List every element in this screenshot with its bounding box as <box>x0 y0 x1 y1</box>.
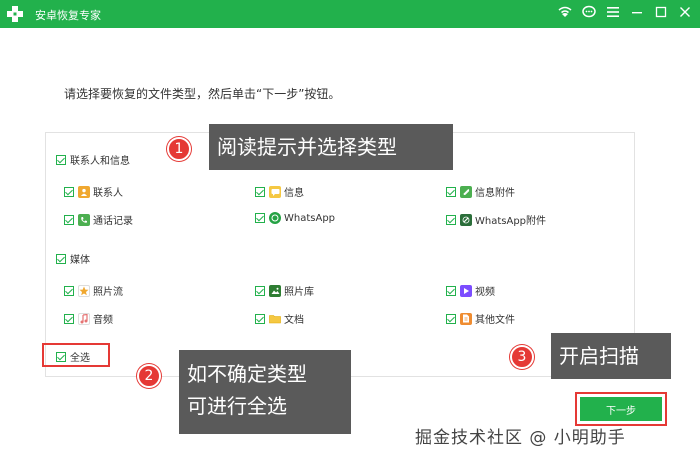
star-icon <box>78 284 90 297</box>
checkbox[interactable] <box>255 285 265 296</box>
window-controls <box>558 5 692 19</box>
checkbox[interactable] <box>64 285 74 296</box>
item-label: 音频 <box>93 315 113 326</box>
maximize-icon[interactable] <box>654 5 668 19</box>
checkbox[interactable] <box>64 313 74 324</box>
checkbox[interactable] <box>56 351 66 362</box>
checkbox[interactable] <box>446 214 456 225</box>
title-bar: 安卓恢复专家 <box>0 0 700 28</box>
group-label: 媒体 <box>70 255 90 266</box>
item-label: 视频 <box>475 287 495 298</box>
gallery-icon <box>269 284 281 297</box>
phone-icon <box>78 213 90 226</box>
callout-1-text: 阅读提示并选择类型 <box>217 135 397 159</box>
item-photo-library[interactable]: 照片库 <box>255 283 314 298</box>
checkbox[interactable] <box>255 186 265 197</box>
group-contacts-messages[interactable]: 联系人和信息 <box>56 152 130 167</box>
music-icon <box>78 312 90 325</box>
item-contacts[interactable]: 联系人 <box>64 184 123 199</box>
menu-icon[interactable] <box>606 5 620 19</box>
wifi-icon[interactable] <box>558 5 572 19</box>
contacts-icon <box>78 185 90 198</box>
item-message-attachments[interactable]: 信息附件 <box>446 184 515 199</box>
item-audio[interactable]: 音频 <box>64 311 113 326</box>
item-other-files[interactable]: 其他文件 <box>446 311 515 326</box>
checkbox[interactable] <box>56 154 66 165</box>
select-all-label: 全选 <box>70 353 90 364</box>
callout-3-badge: 3 <box>510 345 534 369</box>
item-call-log[interactable]: 通话记录 <box>64 212 133 227</box>
watermark: 掘金技术社区 @ 小明助手 <box>415 428 626 448</box>
whatsapp-icon <box>269 212 281 224</box>
item-label: 文档 <box>284 315 304 326</box>
callout-2-badge: 2 <box>137 364 161 388</box>
minimize-icon[interactable] <box>630 5 644 19</box>
item-label: 照片流 <box>93 287 123 298</box>
logo-icon <box>7 6 23 22</box>
app-title: 安卓恢复专家 <box>35 9 101 22</box>
item-messages[interactable]: 信息 <box>255 184 304 199</box>
checkbox[interactable] <box>446 285 456 296</box>
checkbox[interactable] <box>255 213 265 223</box>
group-media[interactable]: 媒体 <box>56 251 90 266</box>
whatsapp-attachment-icon <box>460 213 472 226</box>
instruction-text: 请选择要恢复的文件类型，然后单击“下一步”按钮。 <box>64 87 341 101</box>
item-label: WhatsApp附件 <box>475 216 547 227</box>
folder-icon <box>269 312 281 325</box>
item-label: 通话记录 <box>93 216 133 227</box>
checkbox[interactable] <box>446 186 456 197</box>
item-label: 联系人 <box>93 188 123 199</box>
item-whatsapp-attachments[interactable]: WhatsApp附件 <box>446 212 546 227</box>
item-label: 信息附件 <box>475 188 515 199</box>
callout-2-line2: 可进行全选 <box>187 394 287 418</box>
callout-1: 阅读提示并选择类型 <box>209 124 453 170</box>
callout-3-text: 开启扫描 <box>559 344 639 368</box>
message-icon <box>269 185 281 198</box>
select-all-checkbox[interactable]: 全选 <box>56 349 90 364</box>
group-label: 联系人和信息 <box>70 156 130 167</box>
checkbox[interactable] <box>446 313 456 324</box>
attachment-icon <box>460 185 472 198</box>
checkbox[interactable] <box>56 253 66 264</box>
next-button[interactable]: 下一步 <box>580 397 662 421</box>
callout-3: 开启扫描 <box>551 333 671 379</box>
item-label: 照片库 <box>284 287 314 298</box>
close-icon[interactable] <box>678 5 692 19</box>
item-label: 其他文件 <box>475 315 515 326</box>
checkbox[interactable] <box>255 313 265 324</box>
callout-2-line1: 如不确定类型 <box>187 362 307 386</box>
callout-1-badge: 1 <box>167 137 191 161</box>
item-documents[interactable]: 文档 <box>255 311 304 326</box>
checkbox[interactable] <box>64 214 74 225</box>
item-photo-stream[interactable]: 照片流 <box>64 283 123 298</box>
video-icon <box>460 284 472 297</box>
callout-2: 如不确定类型 可进行全选 <box>179 350 351 434</box>
chat-icon[interactable] <box>582 5 596 19</box>
item-label: WhatsApp <box>284 212 336 224</box>
item-label: 信息 <box>284 188 304 199</box>
item-whatsapp[interactable]: WhatsApp <box>255 212 335 224</box>
item-video[interactable]: 视频 <box>446 283 495 298</box>
checkbox[interactable] <box>64 186 74 197</box>
file-icon <box>460 312 472 325</box>
